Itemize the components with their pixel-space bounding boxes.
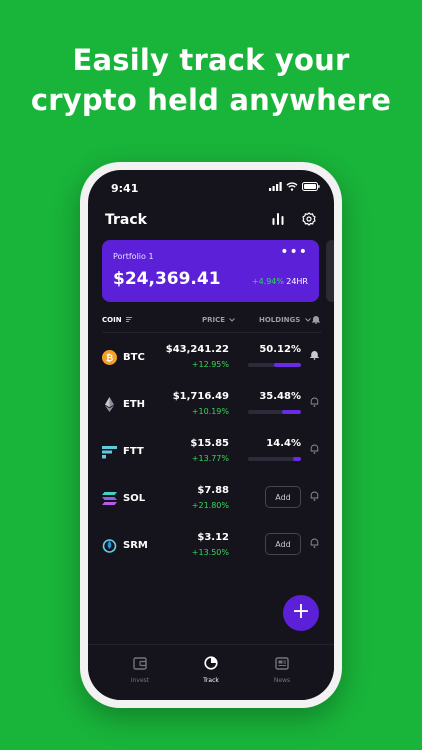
coin-change: +12.95% — [191, 360, 229, 369]
chevron-down-icon — [304, 318, 311, 322]
sort-icon — [126, 317, 132, 322]
divider — [102, 332, 322, 333]
holdings-bar — [248, 363, 301, 367]
headline: Easily track your crypto held anywhere — [0, 40, 422, 120]
coin-symbol: SOL — [123, 493, 146, 504]
solana-icon — [102, 492, 117, 505]
holdings-bar-fill — [293, 457, 301, 461]
status-bar: 9:41 — [88, 170, 334, 204]
tab-invest[interactable]: Invest — [110, 655, 170, 684]
coin-symbol: FTT — [123, 446, 144, 457]
price-column-label: PRICE — [202, 316, 226, 324]
svg-text:₿: ₿ — [106, 353, 113, 364]
app-header: Track — [88, 208, 334, 234]
page-title: Track — [105, 212, 147, 228]
bitcoin-icon: ₿ — [102, 350, 117, 365]
next-portfolio-card[interactable] — [326, 240, 334, 302]
holdings-column-header[interactable]: HOLDINGS — [259, 316, 311, 324]
holdings-percent: 50.12% — [259, 344, 301, 355]
newspaper-icon — [275, 657, 289, 670]
coin-change: +13.50% — [191, 548, 229, 557]
coin-column-label: COIN — [102, 316, 122, 324]
holdings-bar — [248, 457, 301, 461]
coin-price: $7.88 — [197, 485, 229, 496]
coin-column-header[interactable]: COIN — [102, 316, 132, 324]
column-headers: COIN PRICE HOLDINGS — [88, 316, 334, 330]
signal-icon — [269, 182, 282, 191]
portfolio-name: Portfolio 1 — [113, 252, 154, 261]
tab-label: News — [273, 677, 291, 684]
portfolio-card[interactable]: Portfolio 1 ••• $24,369.41 +4.94% 24HR — [102, 240, 319, 302]
headline-line-1: Easily track your — [72, 43, 350, 77]
add-holding-button[interactable]: Add — [265, 533, 301, 555]
wallet-icon — [133, 657, 147, 670]
holdings-bar-fill — [282, 410, 301, 414]
coin-change: +21.80% — [191, 501, 229, 510]
bell-filled-icon[interactable] — [310, 350, 319, 360]
portfolio-value: $24,369.41 — [113, 269, 221, 289]
coin-row-srm[interactable]: SRM $3.12 +13.50% Add — [88, 529, 334, 575]
coin-symbol: SRM — [123, 540, 148, 551]
bell-icon[interactable] — [310, 444, 319, 454]
more-options-icon[interactable]: ••• — [280, 244, 308, 260]
add-holding-button[interactable]: Add — [265, 486, 301, 508]
wifi-icon — [286, 182, 298, 191]
track-icon — [204, 656, 218, 670]
bell-icon[interactable] — [310, 538, 319, 548]
coin-price: $1,716.49 — [172, 391, 229, 402]
price-column-header[interactable]: PRICE — [202, 316, 236, 324]
coin-row-ftt[interactable]: FTT $15.85 +13.77% 14.4% — [88, 435, 334, 481]
coin-row-btc[interactable]: ₿ BTC $43,241.22 +12.95% 50.12% — [88, 341, 334, 387]
coin-price: $43,241.22 — [165, 344, 229, 355]
gear-icon[interactable] — [302, 212, 316, 226]
holdings-percent: 14.4% — [266, 438, 301, 449]
portfolio-change: +4.94% — [251, 277, 284, 286]
stats-icon[interactable] — [271, 212, 285, 226]
coin-row-eth[interactable]: ETH $1,716.49 +10.19% 35.48% — [88, 388, 334, 434]
bell-icon[interactable] — [310, 491, 319, 501]
status-time: 9:41 — [111, 182, 139, 195]
holdings-bar-fill — [274, 363, 301, 367]
coin-price: $15.85 — [190, 438, 229, 449]
holdings-bar — [248, 410, 301, 414]
tab-track[interactable]: Track — [181, 655, 241, 684]
coin-change: +10.19% — [191, 407, 229, 416]
tab-bar: Invest Track News — [88, 644, 334, 700]
ethereum-icon — [105, 397, 114, 412]
holdings-column-label: HOLDINGS — [259, 316, 301, 324]
tab-label: Invest — [130, 677, 150, 684]
tab-news[interactable]: News — [252, 655, 312, 684]
coin-symbol: ETH — [123, 399, 146, 410]
phone-screen: 9:41 Track Portfolio 1 ••• $24,369.41 +4… — [88, 170, 334, 700]
coin-symbol: BTC — [123, 352, 145, 363]
serum-icon — [102, 539, 117, 553]
coin-row-sol[interactable]: SOL $7.88 +21.80% Add — [88, 482, 334, 528]
status-icons — [269, 182, 320, 191]
bell-icon[interactable] — [312, 315, 320, 324]
headline-line-2: crypto held anywhere — [30, 83, 392, 117]
portfolio-period[interactable]: 24HR — [286, 277, 308, 286]
add-coin-button[interactable]: + — [283, 595, 319, 631]
battery-icon — [302, 182, 320, 191]
ftx-token-icon — [102, 446, 117, 459]
holdings-percent: 35.48% — [259, 391, 301, 402]
chevron-down-icon — [229, 318, 236, 322]
coin-price: $3.12 — [197, 532, 229, 543]
tab-label: Track — [203, 677, 219, 684]
bell-icon[interactable] — [310, 397, 319, 407]
coin-change: +13.77% — [191, 454, 229, 463]
